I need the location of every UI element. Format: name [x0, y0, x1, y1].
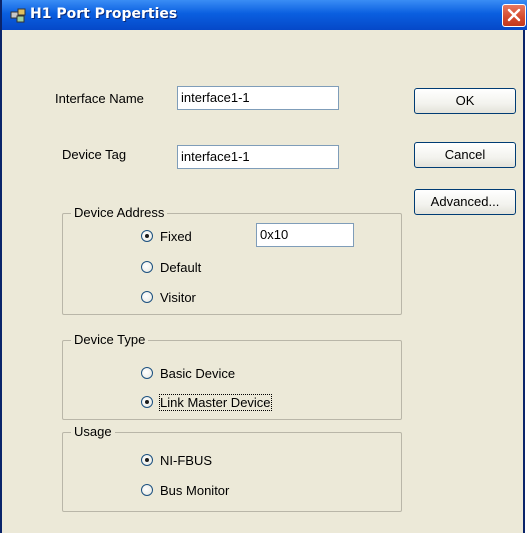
- radio-button-icon[interactable]: [141, 396, 153, 408]
- radio-fixed[interactable]: Fixed: [141, 227, 192, 245]
- device-address-title: Device Address: [71, 205, 168, 221]
- radio-basic-device[interactable]: Basic Device: [141, 364, 235, 382]
- interface-name-label: Interface Name: [55, 91, 144, 106]
- close-button[interactable]: [502, 4, 526, 27]
- radio-visitor[interactable]: Visitor: [141, 288, 196, 306]
- radio-default-label: Default: [160, 259, 202, 275]
- window-title: H1 Port Properties: [30, 6, 178, 22]
- radio-button-icon[interactable]: [141, 291, 153, 303]
- device-type-title: Device Type: [71, 332, 149, 348]
- dialog-window: H1 Port Properties Interface Name interf…: [0, 0, 527, 533]
- radio-bus-monitor[interactable]: Bus Monitor: [141, 481, 229, 499]
- fixed-address-field[interactable]: 0x10: [256, 223, 354, 247]
- radio-button-icon[interactable]: [141, 230, 153, 242]
- radio-button-icon[interactable]: [141, 261, 153, 273]
- radio-bus-monitor-label: Bus Monitor: [160, 482, 230, 498]
- radio-button-icon[interactable]: [141, 484, 153, 496]
- usage-title: Usage: [71, 424, 115, 440]
- cancel-button[interactable]: Cancel: [414, 142, 516, 168]
- device-tag-field[interactable]: interface1-1: [177, 145, 339, 169]
- ok-button[interactable]: OK: [414, 88, 516, 114]
- radio-link-master-device-label: Link Master Device: [159, 393, 272, 411]
- radio-button-icon[interactable]: [141, 454, 153, 466]
- advanced-button[interactable]: Advanced...: [414, 189, 516, 215]
- radio-ni-fbus[interactable]: NI-FBUS: [141, 451, 212, 469]
- usage-group: Usage: [62, 424, 402, 512]
- radio-fixed-label: Fixed: [160, 228, 192, 244]
- radio-basic-device-label: Basic Device: [160, 365, 236, 381]
- title-bar[interactable]: H1 Port Properties: [2, 0, 527, 30]
- radio-ni-fbus-label: NI-FBUS: [160, 452, 212, 468]
- radio-link-master-device[interactable]: Link Master Device: [141, 393, 272, 411]
- device-tag-label: Device Tag: [62, 147, 127, 162]
- radio-visitor-label: Visitor: [160, 289, 196, 305]
- radio-default[interactable]: Default: [141, 258, 201, 276]
- close-icon: [507, 8, 521, 22]
- radio-button-icon[interactable]: [141, 367, 153, 379]
- network-ports-icon: [10, 7, 26, 23]
- interface-name-field[interactable]: interface1-1: [177, 86, 339, 110]
